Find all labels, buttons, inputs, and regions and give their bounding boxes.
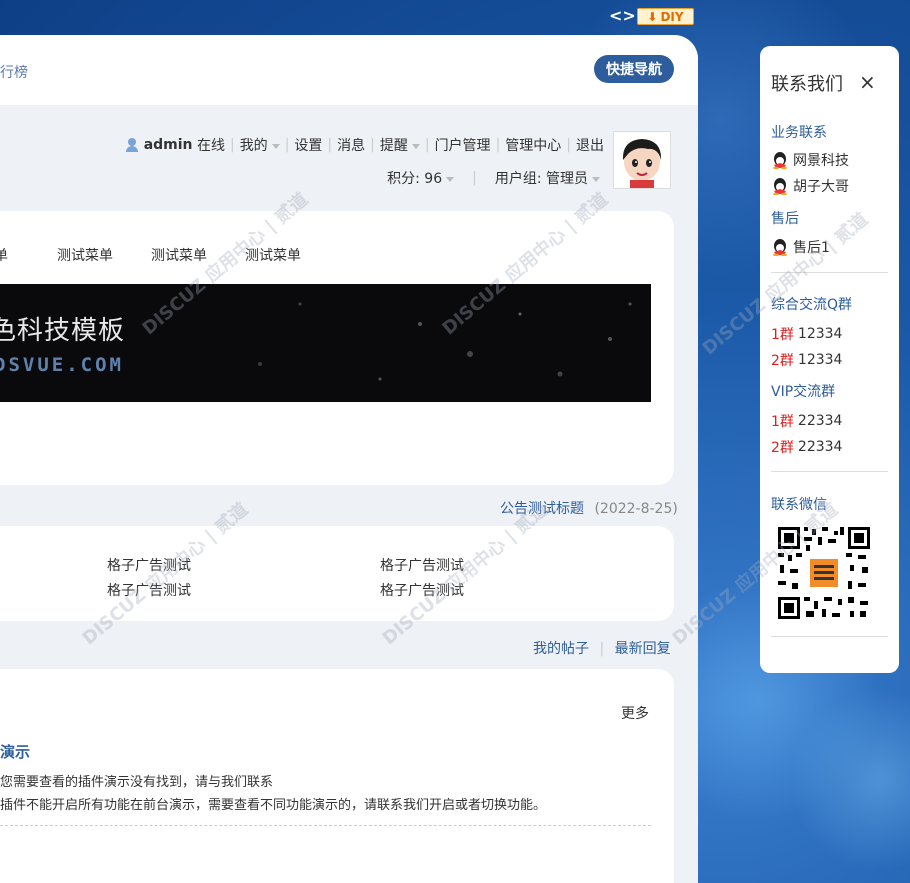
diy-label: DIY [660,9,684,24]
nav-link-ranking[interactable]: 行榜 [0,62,28,82]
tab-latest-reply[interactable]: 最新回复 [615,641,671,657]
qq-contact-name: 网景科技 [793,153,849,169]
divider: | [424,137,430,153]
qq-icon [773,239,787,256]
diy-button[interactable]: ⬇ DIY [637,8,694,25]
notice-date: (2022-8-25) [594,501,678,517]
group-label: 1群 [771,414,794,430]
ad-item[interactable]: 格子广告测试 [107,580,191,600]
qq-contact[interactable]: 网景科技 [771,150,849,170]
divider: | [284,137,290,153]
qq-contact-name: 售后1 [793,240,830,256]
group-label: 2群 [771,440,794,456]
admin-center-link[interactable]: 管理中心 [505,135,561,155]
portal-admin-link[interactable]: 门户管理 [435,135,491,155]
divider: | [495,137,501,153]
avatar[interactable] [613,131,671,189]
divider [771,471,888,472]
qq-contact[interactable]: 售后1 [771,237,830,257]
banner[interactable]: 色科技模板 DSVUE.COM [0,284,651,402]
username-link[interactable]: admin [144,137,193,153]
vip-row[interactable]: 2群 22334 [771,437,842,457]
post-tabs: 我的帖子 | 最新回复 [533,638,671,658]
user-icon [125,138,139,152]
post-line: 您需要查看的插件演示没有找到，请与我们联系 [0,775,274,790]
top-bar: <> ⬇ DIY [0,0,910,34]
wechat-qr-code [776,525,872,621]
reminder-label: 提醒 [379,138,408,154]
messages-link[interactable]: 消息 [337,135,365,155]
divider: | [566,137,571,153]
divider: | [327,137,333,153]
ad-grid-card: 格子广告测试 格子广告测试 格子广告测试 格子广告测试 [0,526,674,621]
wechat-heading: 联系微信 [771,497,827,513]
banner-subtitle: DSVUE.COM [0,354,124,376]
ad-item[interactable]: 格子广告测试 [380,555,464,575]
avatar-image [614,132,670,188]
group-menu[interactable]: 用户组: 管理员 [495,168,600,188]
main-content: 行榜 快捷导航 admin 在线 | 我的 | 设置 | 消息 | 提醒 | 门… [0,35,698,883]
post-title[interactable]: 演示 [0,741,30,762]
settings-link[interactable]: 设置 [294,135,322,155]
banner-title: 色科技模板 [0,316,126,346]
dashed-divider [0,825,651,826]
quick-nav-button[interactable]: 快捷导航 [594,55,674,83]
group-number: 12334 [797,352,843,368]
qgroup-heading: 综合交流Q群 [771,297,853,313]
caret-down-icon [271,143,280,149]
contact-title: 联系我们 [771,74,843,95]
qq-contact[interactable]: 胡子大哥 [771,176,849,196]
business-heading: 业务联系 [771,125,827,141]
qq-icon [773,152,787,169]
group-label: 1群 [771,327,794,343]
my-menu[interactable]: 我的 [240,135,280,155]
group-number: 22334 [797,439,843,455]
menu-item[interactable]: 菜单 [0,245,8,265]
caret-down-icon [446,176,455,182]
arrow-down-icon: ⬇ [647,9,658,24]
points-menu[interactable]: 积分: 96 [387,168,455,188]
group-label: 2群 [771,353,794,369]
contact-panel: 联系我们 × 业务联系 网景科技 胡子大哥 售后 售后1 综合交流Q群 1群 1… [760,46,899,673]
logout-link[interactable]: 退出 [576,135,604,155]
ad-item[interactable]: 格子广告测试 [380,580,464,600]
qq-contact-name: 胡子大哥 [793,179,849,195]
qq-icon [773,178,787,195]
notice-title-link[interactable]: 公告测试标题 [500,501,584,517]
divider: | [599,641,605,657]
group-number: 22334 [797,413,843,429]
points-label: 积分: 96 [387,171,443,187]
my-label: 我的 [239,138,268,154]
caret-down-icon [592,176,600,182]
menu-item[interactable]: 测试菜单 [57,245,113,265]
tab-my-posts[interactable]: 我的帖子 [533,641,589,657]
vip-heading: VIP交流群 [771,384,836,400]
divider: | [370,137,375,153]
divider [771,272,888,273]
divider: | [229,137,235,153]
qgroup-row[interactable]: 1群 12334 [771,324,842,344]
after-sales-heading: 售后 [771,211,799,227]
post-card: 更多 演示 您需要查看的插件演示没有找到，请与我们联系 插件不能开启所有功能在前… [0,669,674,883]
vip-row[interactable]: 1群 22334 [771,411,842,431]
group-label: 用户组: 管理员 [494,171,588,187]
user-stats: 积分: 96 | 用户组: 管理员 [387,168,600,188]
menu-item[interactable]: 测试菜单 [151,245,207,265]
notice-bar: 公告测试标题 (2022-8-25) [500,498,678,518]
ad-item[interactable]: 格子广告测试 [107,555,191,575]
diy-toggle-icon[interactable]: <> [609,6,636,25]
post-line: 插件不能开启所有功能在前台演示，需要查看不同功能演示的，请联系我们开启或者切换功… [0,798,547,813]
nav-strip: 行榜 快捷导航 [0,35,698,105]
caret-down-icon [411,143,420,149]
online-status[interactable]: 在线 [197,135,225,155]
divider [771,636,888,637]
reminder-menu[interactable]: 提醒 [380,135,420,155]
menu-item[interactable]: 测试菜单 [245,245,301,265]
qgroup-row[interactable]: 2群 12334 [771,350,842,370]
divider: | [472,170,477,186]
group-number: 12334 [797,326,843,342]
more-link[interactable]: 更多 [621,703,649,723]
user-bar: admin 在线 | 我的 | 设置 | 消息 | 提醒 | 门户管理 | 管理… [125,135,604,155]
close-icon[interactable]: × [859,70,876,94]
